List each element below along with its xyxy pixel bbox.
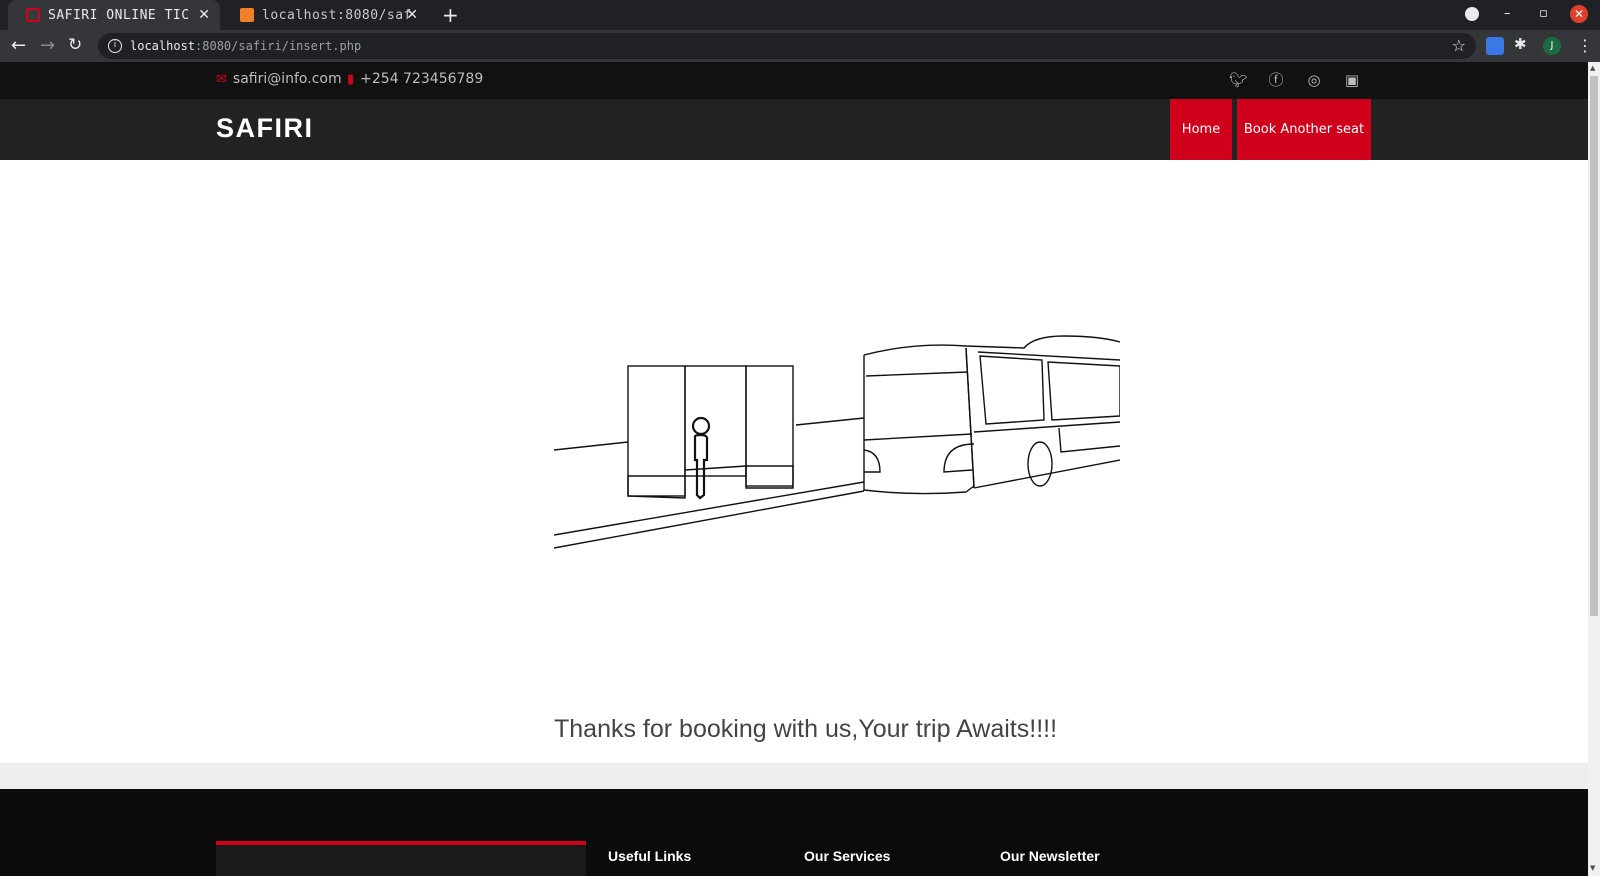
profile-avatar[interactable]: J — [1543, 37, 1561, 55]
tab-search-icon[interactable] — [1465, 7, 1479, 21]
contact-email: ✉ safiri@info.com — [216, 71, 342, 87]
extension-icon[interactable] — [1486, 37, 1504, 55]
new-tab-icon[interactable]: + — [442, 3, 459, 27]
browser-tabstrip: SAFIRI ONLINE TIC ✕ localhost:8080/safir… — [0, 0, 1600, 30]
footer-heading-our-services: Our Services — [804, 848, 891, 864]
tab-title: localhost:8080/safiri/i — [262, 7, 412, 23]
contact-topbar: ✉ safiri@info.com ▮ +254 723456789 🐦︎ ⓕ … — [0, 62, 1588, 99]
section-divider — [0, 763, 1588, 789]
kebab-menu-icon[interactable]: ⋮ — [1577, 36, 1593, 55]
browser-tab-active[interactable]: SAFIRI ONLINE TIC ✕ — [8, 0, 220, 30]
instagram-icon[interactable]: ◎ — [1305, 71, 1323, 89]
site-header: SAFIRI Home Book Another seat — [0, 99, 1588, 160]
footer-about-box — [216, 845, 586, 876]
window-close-icon[interactable]: ✕ — [1570, 5, 1588, 23]
site-logo[interactable]: SAFIRI — [216, 113, 314, 144]
nav-home[interactable]: Home — [1170, 99, 1232, 160]
scroll-up-icon[interactable]: ▲ — [1590, 64, 1595, 72]
phone-text: +254 723456789 — [360, 71, 484, 87]
puzzle-icon[interactable]: ✱ — [1514, 35, 1527, 53]
twitter-icon[interactable]: 🐦︎ — [1229, 71, 1248, 89]
page-scrollbar[interactable]: ▲ ▼ — [1588, 62, 1600, 876]
maximize-icon[interactable]: ▫ — [1539, 6, 1548, 21]
browser-toolbar: ← → ↻ i localhost:8080/safiri/insert.php… — [0, 30, 1600, 62]
facebook-icon[interactable]: ⓕ — [1267, 71, 1285, 89]
browser-tab-inactive[interactable]: localhost:8080/safiri/i ✕ — [222, 0, 428, 30]
site-footer: Useful Links Our Services Our Newsletter — [0, 789, 1588, 876]
close-tab-icon[interactable]: ✕ — [198, 7, 210, 23]
contact-phone: ▮ +254 723456789 — [347, 71, 483, 87]
nav-book-another-seat[interactable]: Book Another seat — [1237, 99, 1371, 160]
back-icon[interactable]: ← — [11, 35, 26, 56]
footer-heading-useful-links: Useful Links — [608, 848, 692, 864]
reload-icon[interactable]: ↻ — [68, 35, 82, 55]
page-viewport: ✉ safiri@info.com ▮ +254 723456789 🐦︎ ⓕ … — [0, 62, 1588, 876]
tab-title: SAFIRI ONLINE TIC — [48, 7, 190, 23]
minimize-icon[interactable]: – — [1504, 6, 1511, 21]
safiri-favicon-icon — [26, 8, 40, 22]
bus-stop-illustration — [554, 335, 1120, 549]
linkedin-icon[interactable]: ▣ — [1343, 71, 1361, 89]
info-icon[interactable]: i — [108, 39, 122, 53]
email-text: safiri@info.com — [232, 71, 342, 87]
forward-icon[interactable]: → — [40, 35, 55, 56]
scrollbar-thumb[interactable] — [1590, 76, 1598, 616]
url-text: localhost:8080/safiri/insert.php — [130, 39, 362, 53]
scroll-down-icon[interactable]: ▼ — [1590, 864, 1595, 872]
address-bar[interactable]: i localhost:8080/safiri/insert.php ☆ — [98, 33, 1476, 59]
footer-heading-newsletter: Our Newsletter — [1000, 848, 1100, 864]
envelope-icon: ✉ — [216, 71, 227, 87]
star-icon[interactable]: ☆ — [1452, 36, 1466, 55]
xampp-favicon-icon — [240, 8, 254, 22]
booking-confirmation-message: Thanks for booking with us,Your trip Awa… — [554, 715, 1058, 743]
phone-icon: ▮ — [347, 71, 355, 87]
close-tab-icon[interactable]: ✕ — [406, 7, 418, 23]
